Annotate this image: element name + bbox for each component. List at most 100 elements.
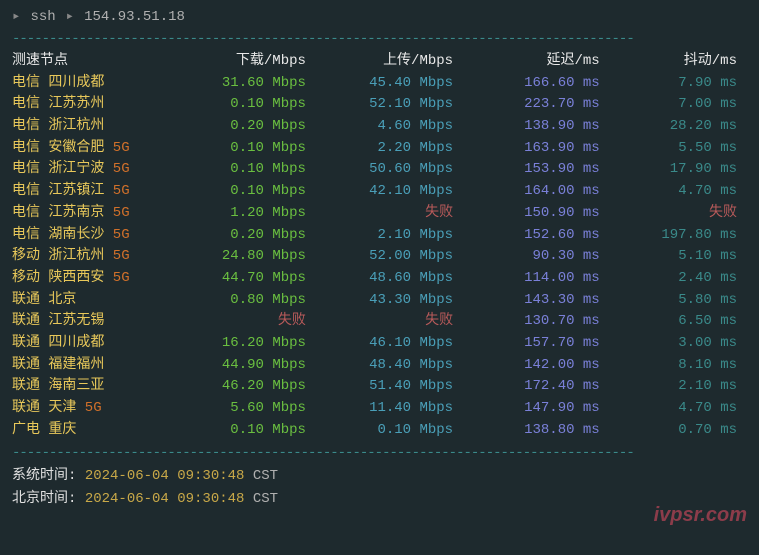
tag-5g: 5G [76, 400, 101, 416]
location-label: 江苏无锡 [48, 313, 104, 329]
tag-5g: 5G [104, 270, 129, 286]
table-row: 电信 安徽合肥 5G0.10 Mbps2.20 Mbps163.90 ms5.5… [12, 138, 747, 160]
node-cell: 联通 海南三亚 [12, 376, 179, 398]
tag-5g: 5G [104, 161, 129, 177]
location-label: 浙江杭州 [48, 248, 104, 264]
jitter-cell: 4.70 ms [620, 181, 747, 203]
footer-times: 系统时间: 2024-06-04 09:30:48 CST 北京时间: 2024… [12, 465, 747, 510]
upload-cell: 失败 [326, 203, 473, 225]
table-row: 电信 湖南长沙 5G0.20 Mbps2.10 Mbps152.60 ms197… [12, 225, 747, 247]
latency-cell: 153.90 ms [473, 159, 620, 181]
table-row: 联通 天津 5G5.60 Mbps11.40 Mbps147.90 ms4.70… [12, 398, 747, 420]
download-cell: 5.60 Mbps [179, 398, 326, 420]
upload-cell: 45.40 Mbps [326, 73, 473, 95]
node-cell: 联通 天津 5G [12, 398, 179, 420]
latency-cell: 164.00 ms [473, 181, 620, 203]
beijing-time-row: 北京时间: 2024-06-04 09:30:48 CST [12, 488, 747, 510]
location-label: 福建福州 [48, 357, 104, 373]
location-label: 浙江杭州 [48, 118, 104, 134]
isp-label: 电信 [12, 75, 48, 91]
location-label: 安徽合肥 [48, 140, 104, 156]
isp-label: 联通 [12, 313, 48, 329]
isp-label: 电信 [12, 161, 48, 177]
node-cell: 联通 福建福州 [12, 355, 179, 377]
col-download-header: 下载/Mbps [179, 51, 326, 73]
divider-line: ----------------------------------------… [12, 445, 747, 461]
tag-5g: 5G [104, 183, 129, 199]
location-label: 四川成都 [48, 75, 104, 91]
tag-5g: 5G [104, 248, 129, 264]
location-label: 江苏苏州 [48, 96, 104, 112]
tag-5g: 5G [104, 227, 129, 243]
breadcrumb: ▸ ssh ▸ 154.93.51.18 [12, 8, 747, 25]
location-label: 江苏镇江 [48, 183, 104, 199]
isp-label: 联通 [12, 400, 48, 416]
latency-cell: 138.90 ms [473, 116, 620, 138]
beijing-time-value: 2024-06-04 09:30:48 [85, 491, 245, 507]
location-label: 湖南长沙 [48, 227, 104, 243]
jitter-cell: 7.00 ms [620, 94, 747, 116]
download-cell: 0.10 Mbps [179, 94, 326, 116]
table-row: 联通 福建福州44.90 Mbps48.40 Mbps142.00 ms8.10… [12, 355, 747, 377]
location-label: 海南三亚 [48, 378, 104, 394]
node-cell: 电信 安徽合肥 5G [12, 138, 179, 160]
upload-cell: 42.10 Mbps [326, 181, 473, 203]
triangle-icon: ▸ [12, 8, 20, 25]
upload-cell: 51.40 Mbps [326, 376, 473, 398]
table-row: 电信 浙江杭州0.20 Mbps4.60 Mbps138.90 ms28.20 … [12, 116, 747, 138]
jitter-cell: 2.10 ms [620, 376, 747, 398]
table-row: 联通 四川成都16.20 Mbps46.10 Mbps157.70 ms3.00… [12, 333, 747, 355]
table-row: 电信 江苏镇江 5G0.10 Mbps42.10 Mbps164.00 ms4.… [12, 181, 747, 203]
isp-label: 联通 [12, 378, 48, 394]
isp-label: 移动 [12, 248, 48, 264]
download-cell: 24.80 Mbps [179, 246, 326, 268]
isp-label: 电信 [12, 183, 48, 199]
jitter-cell: 6.50 ms [620, 311, 747, 333]
location-label: 四川成都 [48, 335, 104, 351]
isp-label: 电信 [12, 118, 48, 134]
upload-cell: 2.20 Mbps [326, 138, 473, 160]
col-latency-header: 延迟/ms [473, 51, 620, 73]
col-jitter-header: 抖动/ms [620, 51, 747, 73]
upload-cell: 48.60 Mbps [326, 268, 473, 290]
latency-cell: 166.60 ms [473, 73, 620, 95]
jitter-cell: 5.80 ms [620, 290, 747, 312]
cst-suffix: CST [244, 468, 278, 484]
watermark: ivpsr.com [654, 504, 747, 527]
node-cell: 电信 江苏镇江 5G [12, 181, 179, 203]
node-cell: 电信 江苏南京 5G [12, 203, 179, 225]
download-cell: 16.20 Mbps [179, 333, 326, 355]
upload-cell: 2.10 Mbps [326, 225, 473, 247]
download-cell: 44.90 Mbps [179, 355, 326, 377]
latency-cell: 157.70 ms [473, 333, 620, 355]
node-cell: 移动 陕西西安 5G [12, 268, 179, 290]
download-cell: 0.10 Mbps [179, 181, 326, 203]
node-cell: 电信 江苏苏州 [12, 94, 179, 116]
tag-5g: 5G [104, 205, 129, 221]
latency-cell: 143.30 ms [473, 290, 620, 312]
jitter-cell: 0.70 ms [620, 420, 747, 442]
system-time-label: 系统时间: [12, 468, 85, 484]
isp-label: 电信 [12, 227, 48, 243]
jitter-cell: 失败 [620, 203, 747, 225]
latency-cell: 142.00 ms [473, 355, 620, 377]
table-row: 联通 江苏无锡失败失败130.70 ms6.50 ms [12, 311, 747, 333]
jitter-cell: 17.90 ms [620, 159, 747, 181]
upload-cell: 52.00 Mbps [326, 246, 473, 268]
download-cell: 0.20 Mbps [179, 225, 326, 247]
download-cell: 0.20 Mbps [179, 116, 326, 138]
tag-5g: 5G [104, 140, 129, 156]
upload-cell: 50.60 Mbps [326, 159, 473, 181]
col-upload-header: 上传/Mbps [326, 51, 473, 73]
node-cell: 联通 江苏无锡 [12, 311, 179, 333]
table-row: 联通 北京0.80 Mbps43.30 Mbps143.30 ms5.80 ms [12, 290, 747, 312]
node-cell: 电信 浙江宁波 5G [12, 159, 179, 181]
table-row: 移动 陕西西安 5G44.70 Mbps48.60 Mbps114.00 ms2… [12, 268, 747, 290]
table-header: 测速节点 下载/Mbps 上传/Mbps 延迟/ms 抖动/ms [12, 51, 747, 73]
latency-cell: 172.40 ms [473, 376, 620, 398]
upload-cell: 48.40 Mbps [326, 355, 473, 377]
download-cell: 失败 [179, 311, 326, 333]
download-cell: 0.10 Mbps [179, 138, 326, 160]
download-cell: 0.10 Mbps [179, 420, 326, 442]
jitter-cell: 5.50 ms [620, 138, 747, 160]
